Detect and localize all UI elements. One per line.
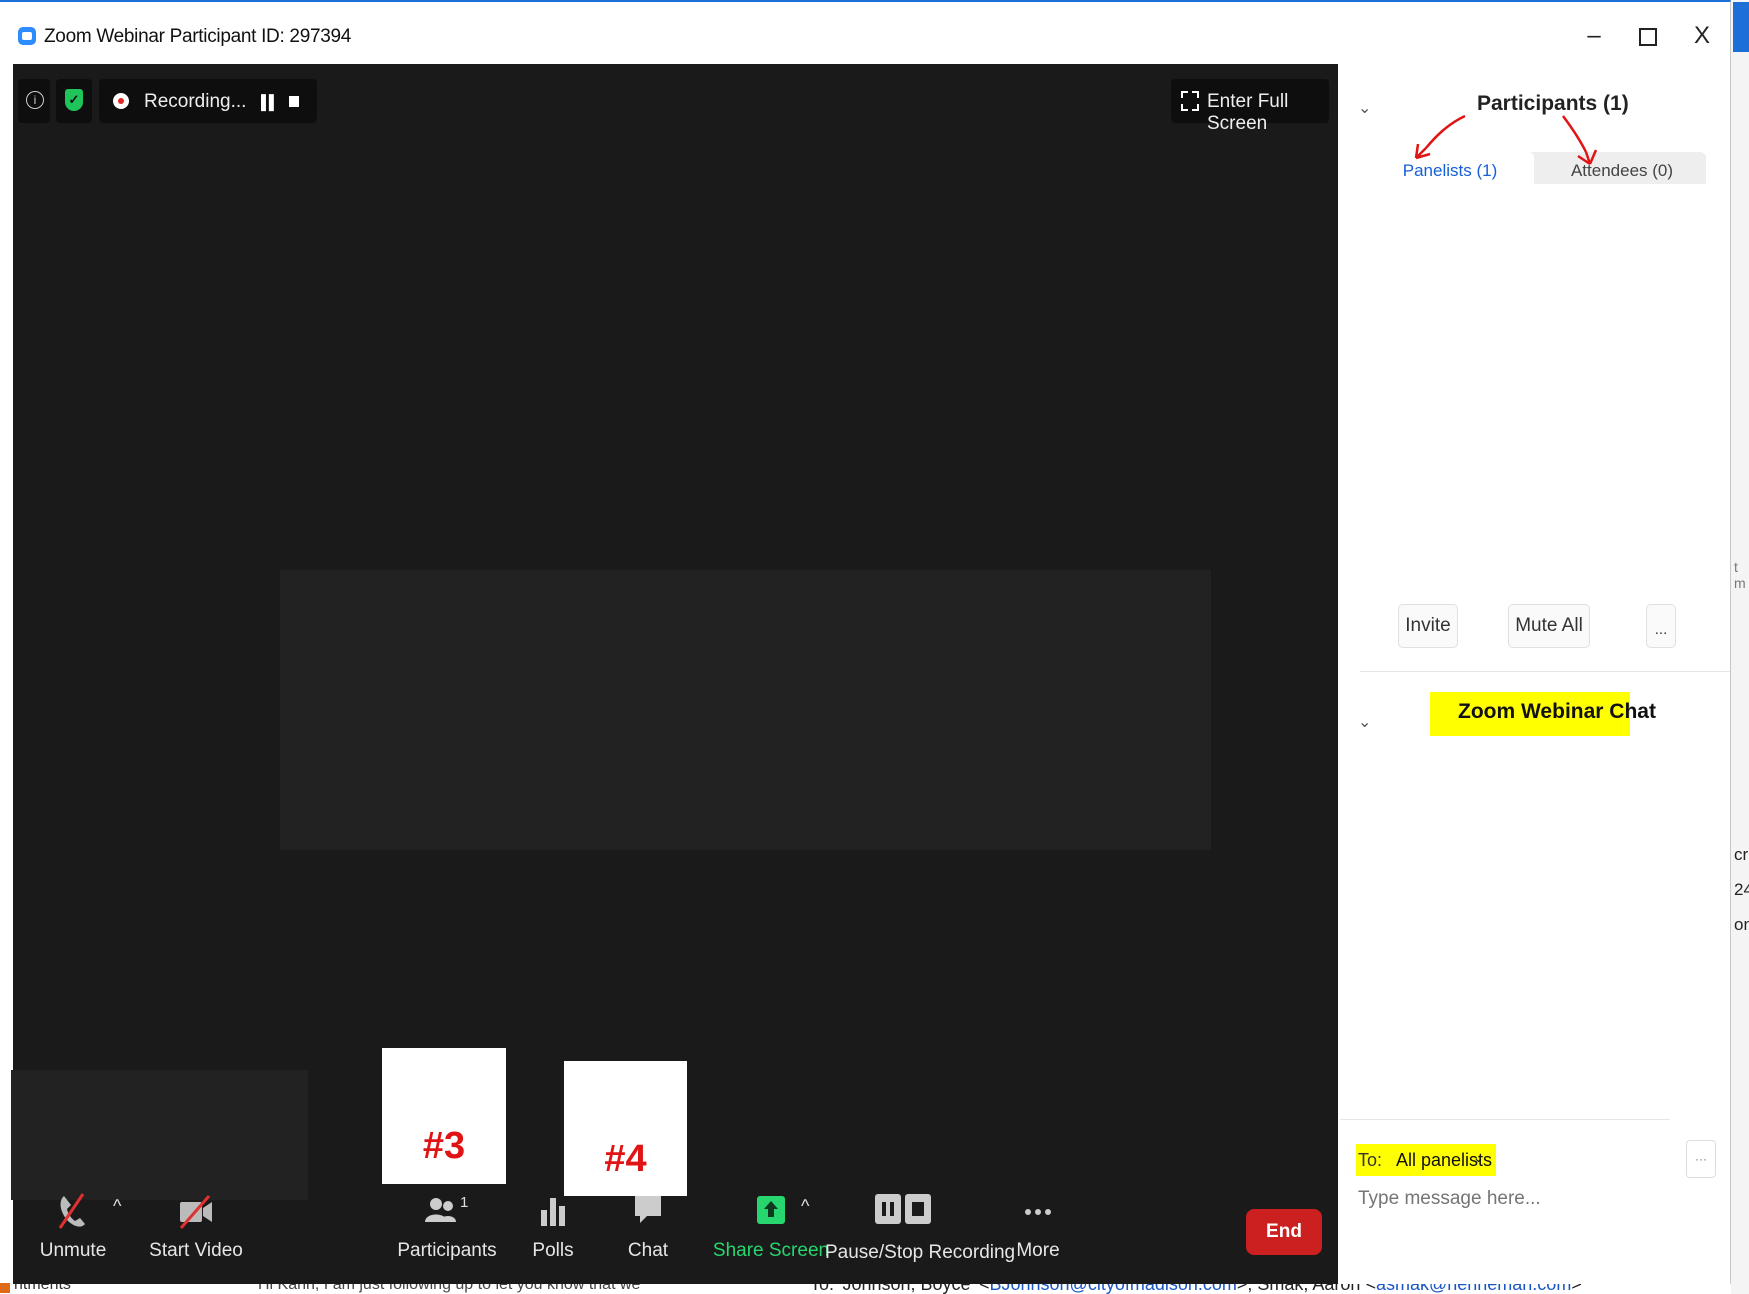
maximize-icon (1639, 27, 1657, 46)
background-window-accent (1733, 2, 1749, 52)
annotation-box-4: #4 (564, 1061, 687, 1196)
background-text: 24 (1734, 880, 1749, 899)
background-text: ntments (14, 1284, 71, 1293)
chat-message-input[interactable] (1358, 1188, 1658, 1210)
chat-bubble-icon (631, 1190, 665, 1232)
pause-stop-recording-button[interactable]: Pause/Stop Recording (825, 1190, 1016, 1264)
chevron-down-icon[interactable]: ⌄ (1473, 1150, 1484, 1166)
share-options-caret[interactable]: ^ (801, 1196, 809, 1217)
compose-divider (1340, 1119, 1670, 1120)
background-text: Hi Karin, I am just following up to let … (258, 1284, 641, 1293)
pause-recording-icon[interactable]: ▌▌ (261, 94, 279, 110)
speaker-video-area (280, 570, 1211, 850)
participants-label: Participants (397, 1240, 497, 1261)
muted-phone-icon (55, 1190, 91, 1232)
fullscreen-icon (1181, 91, 1199, 111)
more-button[interactable]: More (1003, 1190, 1073, 1262)
chat-button[interactable]: Chat (616, 1190, 680, 1262)
shield-check-icon: ✓ (65, 89, 83, 111)
background-window-edge (1731, 0, 1749, 1294)
background-text: cr (1734, 845, 1749, 864)
share-screen-icon (754, 1190, 788, 1232)
pause-stop-recording-icon (873, 1190, 933, 1232)
stop-recording-icon[interactable] (289, 96, 299, 107)
panel-divider (1360, 671, 1730, 672)
chat-to-label: To: (1358, 1150, 1383, 1170)
polls-label: Polls (532, 1240, 574, 1261)
background-email-strip: ntments Hi Karin, I am just following up… (0, 1284, 1731, 1294)
share-screen-label: Share Screen (712, 1240, 830, 1261)
end-button[interactable]: End (1246, 1209, 1322, 1255)
annotation-arrows (1414, 114, 1598, 166)
enter-full-screen-label: Enter Full Screen (1207, 91, 1289, 134)
share-screen-button[interactable]: Share Screen (709, 1190, 833, 1262)
side-panel: ⌄ Participants (1) Panelists (1) Attende… (1340, 64, 1730, 1286)
enter-full-screen-button[interactable]: Enter Full Screen (1171, 79, 1329, 134)
annotation-label-3: #3 (422, 1125, 466, 1167)
polls-icon (538, 1190, 568, 1232)
recording-label: Recording... (144, 91, 247, 112)
unmute-label: Unmute (39, 1240, 107, 1261)
audio-options-caret[interactable]: ^ (113, 1196, 121, 1217)
recording-indicator: Recording... ▌▌ (99, 79, 317, 123)
background-email-recipients: To: 'Johnson, Boyce' <BJohnson@cityofmad… (810, 1284, 1582, 1294)
video-stage: i ✓ Recording... ▌▌ Enter Full Screen #3… (11, 64, 1338, 1286)
participants-count: 1 (460, 1194, 469, 1211)
participants-button[interactable]: 1 Participants (392, 1190, 502, 1262)
title-bar: Zoom Webinar Participant ID: 297394 – X (0, 4, 1730, 64)
minimize-button[interactable]: – (1574, 18, 1614, 54)
chat-label: Chat (627, 1240, 669, 1261)
record-dot-icon (113, 93, 129, 109)
start-video-label: Start Video (149, 1240, 243, 1261)
background-text: t m (1734, 559, 1746, 591)
chat-panel-title: Zoom Webinar Chat (1458, 700, 1656, 723)
background-accent-mark (0, 1283, 10, 1293)
close-button[interactable]: X (1682, 18, 1722, 54)
window-title: Zoom Webinar Participant ID: 297394 (44, 26, 352, 47)
video-off-icon (177, 1190, 215, 1232)
background-text: on (1734, 915, 1749, 934)
polls-button[interactable]: Polls (521, 1190, 585, 1262)
chat-more-button[interactable]: ··· (1686, 1140, 1716, 1178)
meeting-info-button[interactable]: i (18, 79, 50, 123)
annotation-label-4: #4 (604, 1138, 647, 1180)
more-label: More (1016, 1240, 1060, 1261)
collapse-chat-chevron-icon[interactable]: ⌄ (1358, 712, 1371, 732)
zoom-app-icon (18, 27, 36, 45)
security-button[interactable]: ✓ (56, 79, 92, 123)
unmute-button[interactable]: Unmute (33, 1190, 113, 1262)
ellipsis-icon (1021, 1190, 1055, 1232)
self-view-thumbnail (11, 1070, 308, 1200)
mute-all-button[interactable]: Mute All (1508, 604, 1590, 648)
invite-button[interactable]: Invite (1398, 604, 1458, 648)
zoom-window: Zoom Webinar Participant ID: 297394 – X … (0, 0, 1731, 1286)
start-video-button[interactable]: Start Video (141, 1190, 251, 1262)
participants-more-button[interactable]: ... (1646, 604, 1676, 648)
info-icon: i (26, 91, 44, 109)
pause-stop-recording-label: Pause/Stop Recording (825, 1242, 1016, 1263)
maximize-button[interactable] (1628, 18, 1668, 54)
annotation-box-3: #3 (382, 1048, 506, 1184)
participants-icon: 1 (422, 1190, 472, 1232)
